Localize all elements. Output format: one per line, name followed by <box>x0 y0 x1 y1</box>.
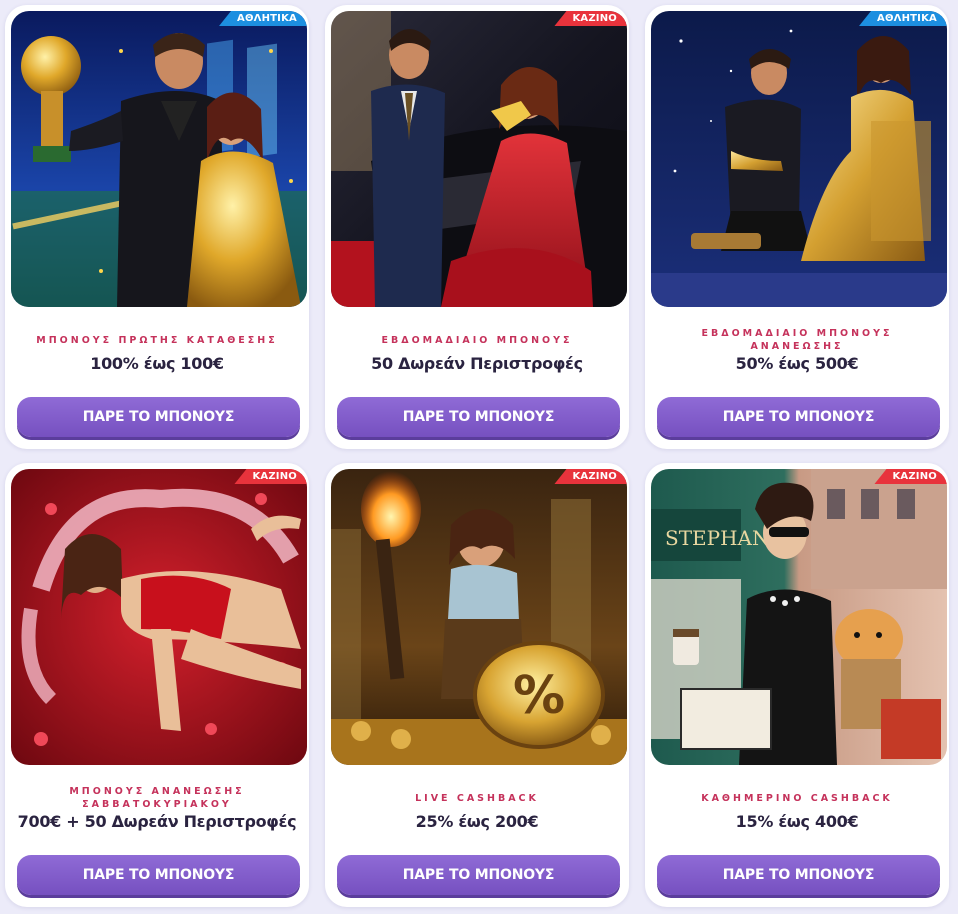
category-tag-casino: ΚΑΖΙΝΟ <box>554 11 627 26</box>
claim-bonus-button[interactable]: ΠΑΡΕ ΤΟ ΜΠΟΝΟΥΣ <box>657 855 940 895</box>
promo-image-rose-petals[interactable]: ΚΑΖΙΝΟ <box>11 469 307 765</box>
category-tag-sports: ΑΘΛΗΤΙΚΑ <box>859 11 947 26</box>
golden-boot-illustration <box>651 11 947 307</box>
claim-bonus-button[interactable]: ΠΑΡΕ ΤΟ ΜΠΟΝΟΥΣ <box>17 855 300 895</box>
promo-image-trophy-couple[interactable]: ΑΘΛΗΤΙΚΑ <box>11 11 307 307</box>
promo-offer: 700€ + 50 Δωρεάν Περιστροφές <box>17 812 297 831</box>
promo-image-golden-boot[interactable]: ΑΘΛΗΤΙΚΑ <box>651 11 947 307</box>
promo-subtitle: LIVE CASHBACK <box>415 792 539 804</box>
claim-bonus-button[interactable]: ΠΑΡΕ ΤΟ ΜΠΟΝΟΥΣ <box>337 855 620 895</box>
storefront-sign: STEPHAN <box>665 526 769 550</box>
promo-image-shopping-lady[interactable]: STEPHAN ΚΑΖΙΝΟ <box>651 469 947 765</box>
claim-bonus-button[interactable]: ΠΑΡΕ ΤΟ ΜΠΟΝΟΥΣ <box>657 397 940 437</box>
claim-bonus-button[interactable]: ΠΑΡΕ ΤΟ ΜΠΟΝΟΥΣ <box>337 397 620 437</box>
trophy-couple-illustration <box>11 11 307 307</box>
promo-subtitle: ΜΠΟΝΟΥΣ ΑΝΑΝΕΩΣΗΣ ΣΑΒΒΑΤΟΚΥΡΙΑΚΟΥ <box>69 786 245 810</box>
category-tag-casino: ΚΑΖΙΝΟ <box>554 469 627 484</box>
promo-offer: 25% έως 200€ <box>415 812 539 831</box>
claim-bonus-button[interactable]: ΠΑΡΕ ΤΟ ΜΠΟΝΟΥΣ <box>17 397 300 437</box>
promo-subtitle: ΕΒΔΟΜΑΔΙΑΙΟ ΜΠΟΝΟΥΣ <box>381 334 573 346</box>
promo-image-explorer-coin[interactable]: % ΚΑΖΙΝΟ <box>331 469 627 765</box>
rose-petals-illustration <box>11 469 307 765</box>
promo-card-weekly-bonus[interactable]: ΚΑΖΙΝΟ ΕΒΔΟΜΑΔΙΑΙΟ ΜΠΟΝΟΥΣ 50 Δωρεάν Περ… <box>325 5 629 449</box>
category-tag-casino: ΚΑΖΙΝΟ <box>234 469 307 484</box>
promo-offer: 100% έως 100€ <box>90 354 224 373</box>
promo-card-live-cashback[interactable]: % ΚΑΖΙΝΟ LIVE CASHBACK 25% έως 200€ ΠΑΡΕ… <box>325 463 629 907</box>
promo-offer: 15% έως 400€ <box>735 812 859 831</box>
promo-card-daily-cashback[interactable]: STEPHAN ΚΑΖΙΝΟ ΚΑΘΗΜΕΡΙΝΟ CASHBACK 15% έ… <box>645 463 949 907</box>
promo-subtitle: ΕΒΔΟΜΑΔΙΑΙΟ ΜΠΟΝΟΥΣ ΑΝΑΝΕΩΣΗΣ <box>701 328 893 352</box>
promo-card-weekend-reload[interactable]: ΚΑΖΙΝΟ ΜΠΟΝΟΥΣ ΑΝΑΝΕΩΣΗΣ ΣΑΒΒΑΤΟΚΥΡΙΑΚΟΥ… <box>5 463 309 907</box>
promo-card-weekly-reload[interactable]: ΑΘΛΗΤΙΚΑ ΕΒΔΟΜΑΔΙΑΙΟ ΜΠΟΝΟΥΣ ΑΝΑΝΕΩΣΗΣ 5… <box>645 5 949 449</box>
promo-offer: 50% έως 500€ <box>735 354 859 373</box>
shopping-lady-dog-illustration: STEPHAN <box>651 469 947 765</box>
promo-image-red-dress-limo[interactable]: ΚΑΖΙΝΟ <box>331 11 627 307</box>
promo-subtitle: ΚΑΘΗΜΕΡΙΝΟ CASHBACK <box>701 792 893 804</box>
promo-card-first-deposit[interactable]: ΑΘΛΗΤΙΚΑ ΜΠΟΝΟΥΣ ΠΡΩΤΗΣ ΚΑΤΑΘΕΣΗΣ 100% έ… <box>5 5 309 449</box>
svg-text:%: % <box>513 666 565 726</box>
category-tag-sports: ΑΘΛΗΤΙΚΑ <box>219 11 307 26</box>
promo-offer: 50 Δωρεάν Περιστροφές <box>371 354 583 373</box>
explorer-percent-coin-illustration: % <box>331 469 627 765</box>
promo-subtitle: ΜΠΟΝΟΥΣ ΠΡΩΤΗΣ ΚΑΤΑΘΕΣΗΣ <box>36 334 278 346</box>
category-tag-casino: ΚΑΖΙΝΟ <box>874 469 947 484</box>
red-dress-limousine-illustration <box>331 11 627 307</box>
